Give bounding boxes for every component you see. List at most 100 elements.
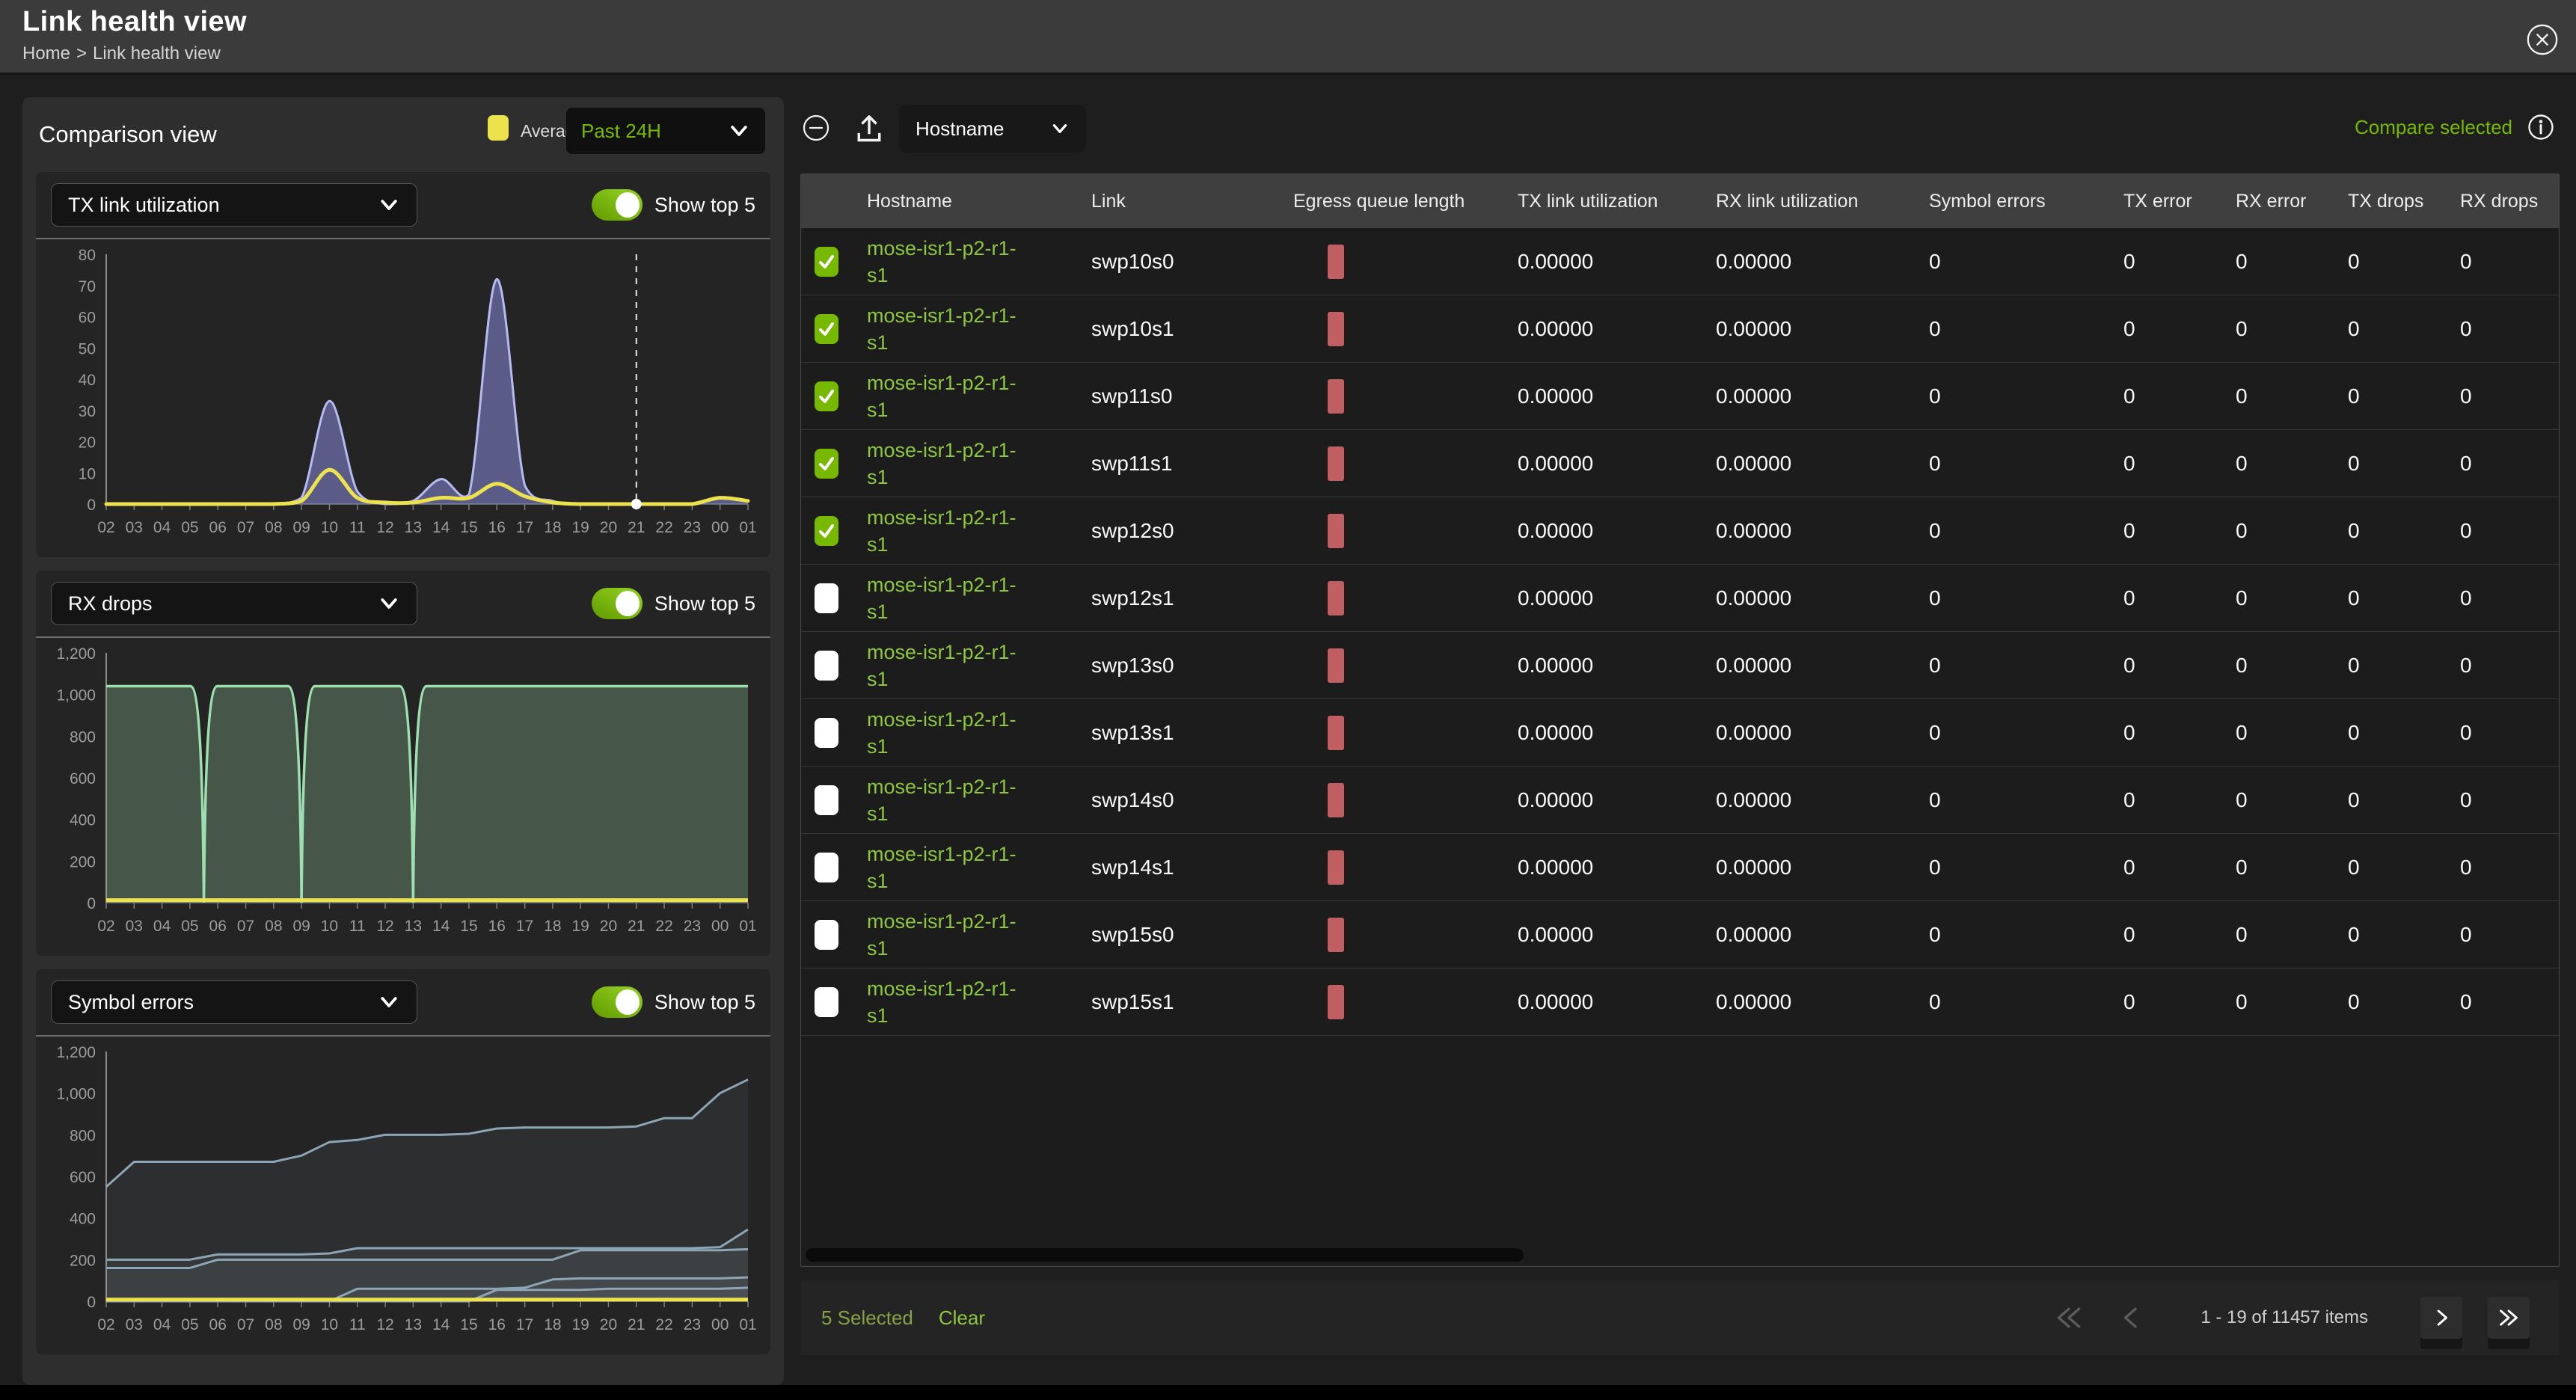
row-checkbox[interactable] <box>815 583 838 613</box>
row-checkbox[interactable] <box>815 449 838 479</box>
breadcrumb-home[interactable]: Home <box>22 43 70 64</box>
table-row[interactable]: mose-isr1-p2-r1-s1 swp15s1 0.00000 0.000… <box>801 968 2559 1036</box>
last-page-icon <box>2496 1305 2521 1330</box>
tx-util-cell: 0.00000 <box>1506 632 1704 699</box>
svg-text:22: 22 <box>655 519 672 536</box>
table-row[interactable]: mose-isr1-p2-r1-s1 swp10s0 0.00000 0.000… <box>801 228 2559 295</box>
hostname-link[interactable]: mose-isr1-p2-r1-s1 <box>867 706 1031 760</box>
row-checkbox[interactable] <box>815 853 838 882</box>
hostname-link[interactable]: mose-isr1-p2-r1-s1 <box>867 235 1031 289</box>
metric-select[interactable]: TX link utilization <box>51 183 417 227</box>
rx-drops-cell: 0 <box>2448 228 2559 295</box>
hostname-link[interactable]: mose-isr1-p2-r1-s1 <box>867 369 1031 423</box>
svg-text:1,200: 1,200 <box>56 1044 96 1061</box>
table-row[interactable]: mose-isr1-p2-r1-s1 swp12s0 0.00000 0.000… <box>801 497 2559 565</box>
compare-selected-link[interactable]: Compare selected <box>2355 116 2512 139</box>
table-row[interactable]: mose-isr1-p2-r1-s1 swp15s0 0.00000 0.000… <box>801 901 2559 968</box>
svg-text:09: 09 <box>292 918 310 935</box>
row-checkbox[interactable] <box>815 247 838 277</box>
table-row[interactable]: mose-isr1-p2-r1-s1 swp11s0 0.00000 0.000… <box>801 363 2559 430</box>
hostname-link[interactable]: mose-isr1-p2-r1-s1 <box>867 437 1031 491</box>
first-page-icon[interactable] <box>2052 1301 2085 1334</box>
link-cell: swp13s1 <box>1079 699 1281 766</box>
tx-util-cell: 0.00000 <box>1506 363 1704 429</box>
metric-select[interactable]: RX drops <box>51 582 417 625</box>
clear-selection-button[interactable]: Clear <box>939 1307 985 1330</box>
tx-drops-cell: 0 <box>2336 632 2448 699</box>
svg-text:10: 10 <box>79 465 96 482</box>
row-checkbox[interactable] <box>815 920 838 950</box>
check-icon <box>815 449 838 479</box>
deselect-all-icon[interactable] <box>800 112 832 144</box>
tx-util-cell: 0.00000 <box>1506 565 1704 631</box>
row-checkbox[interactable] <box>815 516 838 546</box>
chevron-down-icon <box>1050 119 1070 138</box>
table-row[interactable]: mose-isr1-p2-r1-s1 swp14s0 0.00000 0.000… <box>801 767 2559 834</box>
svg-text:80: 80 <box>79 247 96 264</box>
rx-drops-cell: 0 <box>2448 497 2559 564</box>
row-checkbox[interactable] <box>815 381 838 411</box>
show-top5-toggle[interactable] <box>592 588 643 619</box>
hostname-link[interactable]: mose-isr1-p2-r1-s1 <box>867 908 1031 962</box>
table-row[interactable]: mose-isr1-p2-r1-s1 swp10s1 0.00000 0.000… <box>801 295 2559 363</box>
svg-text:200: 200 <box>70 1252 96 1269</box>
table-body: mose-isr1-p2-r1-s1 swp10s0 0.00000 0.000… <box>801 228 2559 1036</box>
table-row[interactable]: mose-isr1-p2-r1-s1 swp11s1 0.00000 0.000… <box>801 430 2559 497</box>
row-checkbox[interactable] <box>815 785 838 815</box>
time-range-select[interactable]: Past 24H <box>566 108 765 154</box>
svg-text:21: 21 <box>628 1316 645 1333</box>
hostname-link[interactable]: mose-isr1-p2-r1-s1 <box>867 975 1031 1029</box>
rx-util-cell: 0.00000 <box>1704 295 1917 362</box>
svg-text:11: 11 <box>349 918 366 935</box>
hostname-link[interactable]: mose-isr1-p2-r1-s1 <box>867 841 1031 894</box>
chevron-down-icon <box>378 592 400 615</box>
svg-text:15: 15 <box>460 1316 477 1333</box>
svg-text:40: 40 <box>79 372 96 389</box>
row-checkbox[interactable] <box>815 987 838 1017</box>
svg-text:06: 06 <box>209 918 227 935</box>
group-by-select[interactable]: Hostname <box>899 105 1086 153</box>
rx-drops-chart: 02004006008001,0001,20002030405060708091… <box>48 642 758 942</box>
rx-error-cell: 0 <box>2224 632 2336 699</box>
tx-util-cell: 0.00000 <box>1506 228 1704 295</box>
svg-text:04: 04 <box>153 918 171 935</box>
show-top5-toggle[interactable] <box>592 189 643 221</box>
show-top5-toggle[interactable] <box>592 986 643 1018</box>
breadcrumb-separator: > <box>76 43 87 64</box>
hostname-link[interactable]: mose-isr1-p2-r1-s1 <box>867 773 1031 827</box>
svg-text:20: 20 <box>79 435 96 452</box>
row-checkbox[interactable] <box>815 718 838 748</box>
row-checkbox[interactable] <box>815 314 838 344</box>
row-checkbox[interactable] <box>815 651 838 681</box>
hostname-link[interactable]: mose-isr1-p2-r1-s1 <box>867 504 1031 558</box>
close-icon[interactable] <box>2525 22 2560 57</box>
column-header: Symbol errors <box>1917 191 2112 212</box>
divider <box>36 1035 770 1037</box>
svg-text:12: 12 <box>376 1316 393 1333</box>
tx-drops-cell: 0 <box>2336 363 2448 429</box>
info-icon[interactable] <box>2526 112 2556 142</box>
metric-select[interactable]: Symbol errors <box>51 980 417 1024</box>
divider <box>36 636 770 638</box>
last-page-button[interactable] <box>2488 1297 2530 1339</box>
svg-text:22: 22 <box>655 1316 672 1333</box>
table-row[interactable]: mose-isr1-p2-r1-s1 swp13s1 0.00000 0.000… <box>801 699 2559 767</box>
svg-text:50: 50 <box>79 340 96 357</box>
previous-page-icon[interactable] <box>2115 1301 2148 1334</box>
table-row[interactable]: mose-isr1-p2-r1-s1 swp14s1 0.00000 0.000… <box>801 834 2559 901</box>
tx-drops-cell: 0 <box>2336 295 2448 362</box>
table-row[interactable]: mose-isr1-p2-r1-s1 swp12s1 0.00000 0.000… <box>801 565 2559 632</box>
link-cell: swp11s0 <box>1079 363 1281 429</box>
hostname-link[interactable]: mose-isr1-p2-r1-s1 <box>867 302 1031 356</box>
horizontal-scrollbar[interactable] <box>806 1248 1524 1262</box>
hostname-link[interactable]: mose-isr1-p2-r1-s1 <box>867 571 1031 625</box>
egress-queue-bar <box>1328 918 1344 952</box>
table-row[interactable]: mose-isr1-p2-r1-s1 swp13s0 0.00000 0.000… <box>801 632 2559 699</box>
hostname-link[interactable]: mose-isr1-p2-r1-s1 <box>867 639 1031 693</box>
svg-text:18: 18 <box>544 519 561 536</box>
export-icon[interactable] <box>853 111 886 144</box>
svg-text:20: 20 <box>600 1316 617 1333</box>
chevron-down-icon <box>378 991 400 1013</box>
symbol-errors-chart: 02004006008001,0001,20002030405060708091… <box>48 1041 758 1340</box>
next-page-button[interactable] <box>2420 1297 2462 1339</box>
